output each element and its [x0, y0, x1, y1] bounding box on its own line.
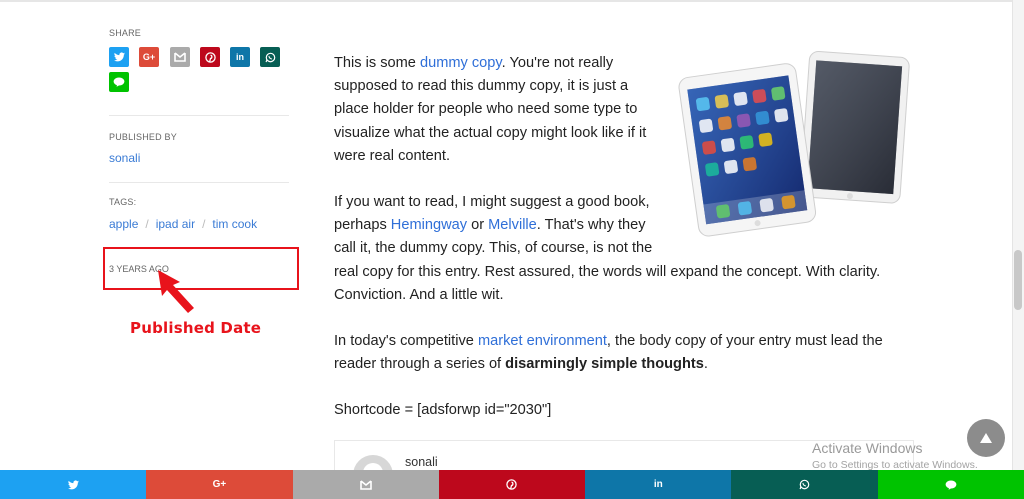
- scrollbar-thumb[interactable]: [1014, 250, 1022, 310]
- whatsapp-icon: [265, 52, 276, 63]
- melville-link[interactable]: Melville: [488, 217, 537, 233]
- top-divider: [0, 0, 1012, 2]
- tag-list: apple / ipad air / tim cook: [109, 217, 257, 231]
- bold-text: disarmingly simple thoughts: [505, 356, 704, 373]
- share-twitter-button[interactable]: [109, 47, 129, 67]
- twitter-icon: [67, 479, 79, 490]
- tag-separator: /: [202, 217, 206, 231]
- sharebar-line-button[interactable]: [877, 470, 1024, 499]
- linkedin-icon: in: [653, 479, 663, 490]
- share-whatsapp-button[interactable]: [260, 47, 280, 67]
- sharebar-email-button[interactable]: [292, 470, 439, 499]
- ipad-image: [678, 51, 910, 237]
- annotation-arrow-icon: [158, 270, 194, 313]
- author-link[interactable]: sonali: [109, 151, 140, 165]
- text: or: [467, 217, 489, 234]
- share-line-button[interactable]: [109, 72, 129, 92]
- pinterest-icon: [506, 479, 518, 490]
- share-google-plus-button[interactable]: G+: [139, 47, 159, 67]
- text: In today's competitive: [334, 333, 478, 350]
- text: real copy for this entry. Rest assured, …: [334, 263, 881, 303]
- whatsapp-icon: [799, 479, 810, 490]
- share-pinterest-button[interactable]: [200, 47, 220, 67]
- text: This is some: [334, 55, 420, 71]
- tag-link-apple[interactable]: apple: [109, 217, 138, 231]
- paragraph: This is some dummy copy. You're not real…: [334, 52, 664, 168]
- tags-label: TAGS:: [109, 197, 137, 207]
- hemingway-link[interactable]: Hemingway: [391, 217, 467, 233]
- market-environment-link[interactable]: market environment: [478, 333, 607, 349]
- activate-windows-title: Activate Windows: [812, 440, 923, 456]
- text: . You're not really supposed to read thi…: [334, 55, 647, 164]
- paragraph: In today's competitive market environmen…: [334, 330, 914, 376]
- tag-link-ipad-air[interactable]: ipad air: [156, 217, 195, 231]
- shortcode-text: Shortcode = [adsforwp id="2030"]: [334, 402, 552, 419]
- linkedin-icon: in: [236, 52, 244, 62]
- bottom-share-bar: G+ in: [0, 470, 1024, 499]
- sharebar-linkedin-button[interactable]: in: [585, 470, 732, 499]
- google-plus-icon: G+: [212, 479, 227, 490]
- pinterest-icon: [204, 51, 216, 63]
- twitter-icon: [113, 52, 125, 62]
- published-by-label: PUBLISHED BY: [109, 132, 177, 142]
- sharebar-whatsapp-button[interactable]: [731, 470, 878, 499]
- divider: [109, 115, 289, 116]
- line-icon: [113, 77, 125, 87]
- share-label: SHARE: [109, 28, 142, 38]
- tag-separator: /: [145, 217, 149, 231]
- page-scrollbar[interactable]: [1012, 0, 1024, 470]
- tag-link-tim-cook[interactable]: tim cook: [212, 217, 257, 231]
- sharebar-google-plus-button[interactable]: G+: [146, 470, 293, 499]
- sharebar-twitter-button[interactable]: [0, 470, 147, 499]
- author-box-name[interactable]: sonali: [405, 455, 438, 469]
- dummy-copy-link[interactable]: dummy copy: [420, 55, 502, 71]
- annotation-label: Published Date: [130, 319, 262, 337]
- mail-icon: [359, 479, 372, 490]
- share-email-button[interactable]: [170, 47, 190, 67]
- sharebar-pinterest-button[interactable]: [438, 470, 586, 499]
- divider: [109, 182, 289, 183]
- scroll-to-top-button[interactable]: [967, 419, 1005, 457]
- text: .: [703, 356, 708, 373]
- google-plus-icon: G+: [142, 52, 156, 62]
- text-wrap: If you want to read, I might suggest a g…: [334, 191, 664, 261]
- share-linkedin-button[interactable]: in: [230, 47, 250, 67]
- line-icon: [945, 480, 957, 490]
- mail-icon: [174, 52, 186, 62]
- arrow-up-icon: [980, 433, 992, 443]
